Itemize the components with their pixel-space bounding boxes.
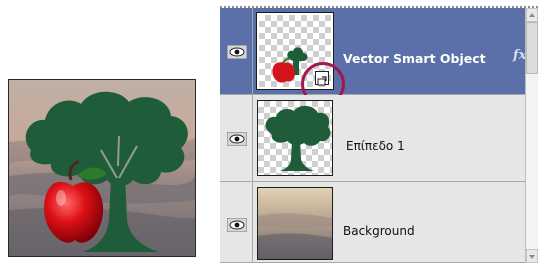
layer-row-vector-smart-object[interactable]: Vector Smart Object fx <box>220 8 537 106</box>
visibility-toggle[interactable] <box>220 95 253 181</box>
eye-icon <box>227 218 247 232</box>
composite-preview <box>8 79 196 257</box>
layer-name: Επίπεδο 1 <box>346 139 405 153</box>
scroll-down-button[interactable] <box>526 249 538 263</box>
layer-row-epipedo-1[interactable]: Επίπεδο 1 <box>220 95 525 182</box>
layer-thumbnail <box>257 100 333 176</box>
eye-icon <box>227 45 247 59</box>
layer-name: Vector Smart Object <box>343 51 486 66</box>
layers-scrollbar[interactable] <box>525 8 538 263</box>
visibility-toggle[interactable] <box>220 182 253 262</box>
layer-row-background[interactable]: Background <box>220 182 525 263</box>
scroll-up-button[interactable] <box>526 8 538 22</box>
arrow-up-icon <box>529 13 535 17</box>
arrow-down-icon <box>529 255 535 259</box>
visibility-toggle[interactable] <box>220 8 253 94</box>
eye-icon <box>227 132 247 146</box>
scroll-thumb[interactable] <box>526 22 538 74</box>
layers-panel: Vector Smart Object fx Επίπεδο 1 Backgro… <box>220 8 538 263</box>
layer-thumbnail <box>257 187 333 260</box>
layer-name: Background <box>343 224 415 238</box>
